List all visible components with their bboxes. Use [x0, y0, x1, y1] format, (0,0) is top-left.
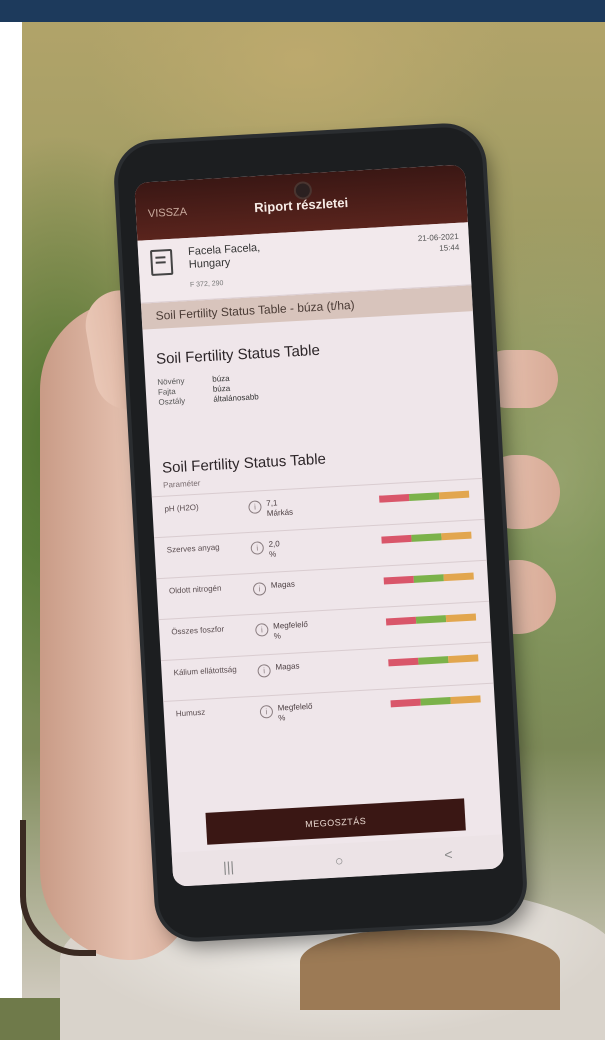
- info-icon[interactable]: i: [259, 704, 274, 719]
- nav-back-icon[interactable]: <: [444, 846, 453, 862]
- info-icon[interactable]: i: [257, 664, 271, 678]
- info-icon[interactable]: i: [254, 623, 269, 637]
- parameter-name: pH (H2O): [164, 502, 199, 514]
- rating-scale: [379, 490, 470, 503]
- parameter-value: Megfelelő %: [277, 701, 313, 723]
- parameter-table: pH (H2O) i 7,1 Márkás Szerves anyag i 2,…: [151, 477, 496, 742]
- rating-scale: [385, 613, 477, 626]
- report-datetime: 21-06-2021 15:44: [418, 231, 460, 255]
- photo-top-band: [0, 0, 605, 22]
- rating-scale: [390, 695, 481, 708]
- info-icon[interactable]: i: [248, 500, 262, 514]
- report-time: 15:44: [439, 242, 460, 253]
- soil-sample: [300, 930, 560, 1010]
- phone-screen: VISSZA Riport részletei Facela Facela, H…: [134, 164, 505, 887]
- parameter-value: 2,0 %: [268, 539, 280, 559]
- photo-border: [0, 0, 22, 998]
- home-icon[interactable]: ○: [335, 852, 344, 868]
- parameter-value: Megfelelő %: [272, 619, 309, 641]
- parameter-name: Kálium ellátottság: [173, 664, 237, 678]
- parameter-value: Magas: [270, 579, 296, 590]
- rating-scale: [381, 531, 472, 544]
- parameter-name: Oldott nitrogén: [168, 583, 222, 596]
- parameter-value: Magas: [275, 661, 300, 672]
- location-line2: Hungary: [188, 256, 231, 271]
- edit-document-icon[interactable]: [149, 248, 174, 277]
- parameter-name: Szerves anyag: [166, 542, 220, 555]
- report-location: Facela Facela, Hungary: [188, 242, 261, 272]
- parameter-value: 7,1 Márkás: [266, 498, 294, 518]
- parameter-name: Humusz: [175, 707, 206, 719]
- info-icon[interactable]: i: [250, 541, 265, 555]
- report-coordinates: F 372, 290: [189, 280, 224, 289]
- info-icon[interactable]: i: [252, 582, 267, 596]
- smartphone: VISSZA Riport részletei Facela Facela, H…: [116, 125, 525, 940]
- recent-apps-icon[interactable]: |||: [223, 858, 235, 875]
- rating-scale: [388, 654, 479, 667]
- parameter-name: Összes foszfor: [171, 624, 225, 637]
- rating-scale: [383, 572, 474, 585]
